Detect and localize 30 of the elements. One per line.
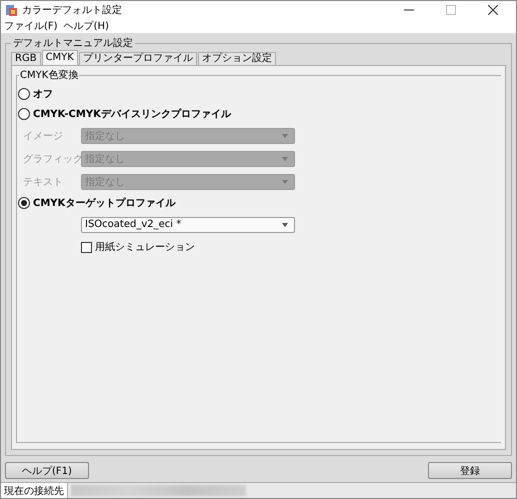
- radio-label: CMYK-CMYKデバイスリンクプロファイル: [33, 107, 231, 121]
- caret-icon: [282, 134, 288, 138]
- field-label: グラフィック: [23, 152, 81, 166]
- tab[interactable]: オプション設定: [198, 52, 276, 65]
- dropdown[interactable]: ISOcoated_v2_eci *: [81, 216, 295, 232]
- dialog-button[interactable]: ヘルプ(F1): [5, 462, 89, 479]
- tab[interactable]: プリンタープロファイル: [78, 52, 197, 65]
- caret-icon: [282, 180, 288, 184]
- status-label: 現在の接続先: [1, 483, 68, 498]
- radio-button[interactable]: [18, 108, 30, 120]
- field-label: テキスト: [23, 176, 64, 188]
- radio-label: CMYKターゲットプロファイル: [33, 196, 176, 210]
- radio-button[interactable]: [18, 197, 30, 209]
- window-title: カラーデフォルト設定: [22, 4, 122, 17]
- menu-item[interactable]: ファイル(F): [4, 19, 58, 33]
- caret-icon: [282, 222, 288, 226]
- tab[interactable]: CMYK: [42, 50, 78, 65]
- group-title: デフォルトマニュアル設定: [12, 36, 134, 50]
- caret-icon: [282, 156, 288, 160]
- radio-label: オフ: [33, 88, 53, 101]
- field-label: イメージ: [23, 130, 64, 142]
- checkbox[interactable]: [81, 242, 92, 252]
- radio-button[interactable]: [18, 88, 30, 100]
- section-title: CMYK色変換: [19, 68, 80, 82]
- dialog-button[interactable]: 登録: [428, 462, 512, 479]
- close-icon[interactable]: [488, 5, 498, 15]
- menu-item[interactable]: ヘルプ(H): [64, 19, 109, 33]
- app-icon: [5, 4, 18, 16]
- tab[interactable]: RGB: [11, 52, 41, 65]
- checkbox-label: 用紙シミュレーション: [95, 241, 195, 254]
